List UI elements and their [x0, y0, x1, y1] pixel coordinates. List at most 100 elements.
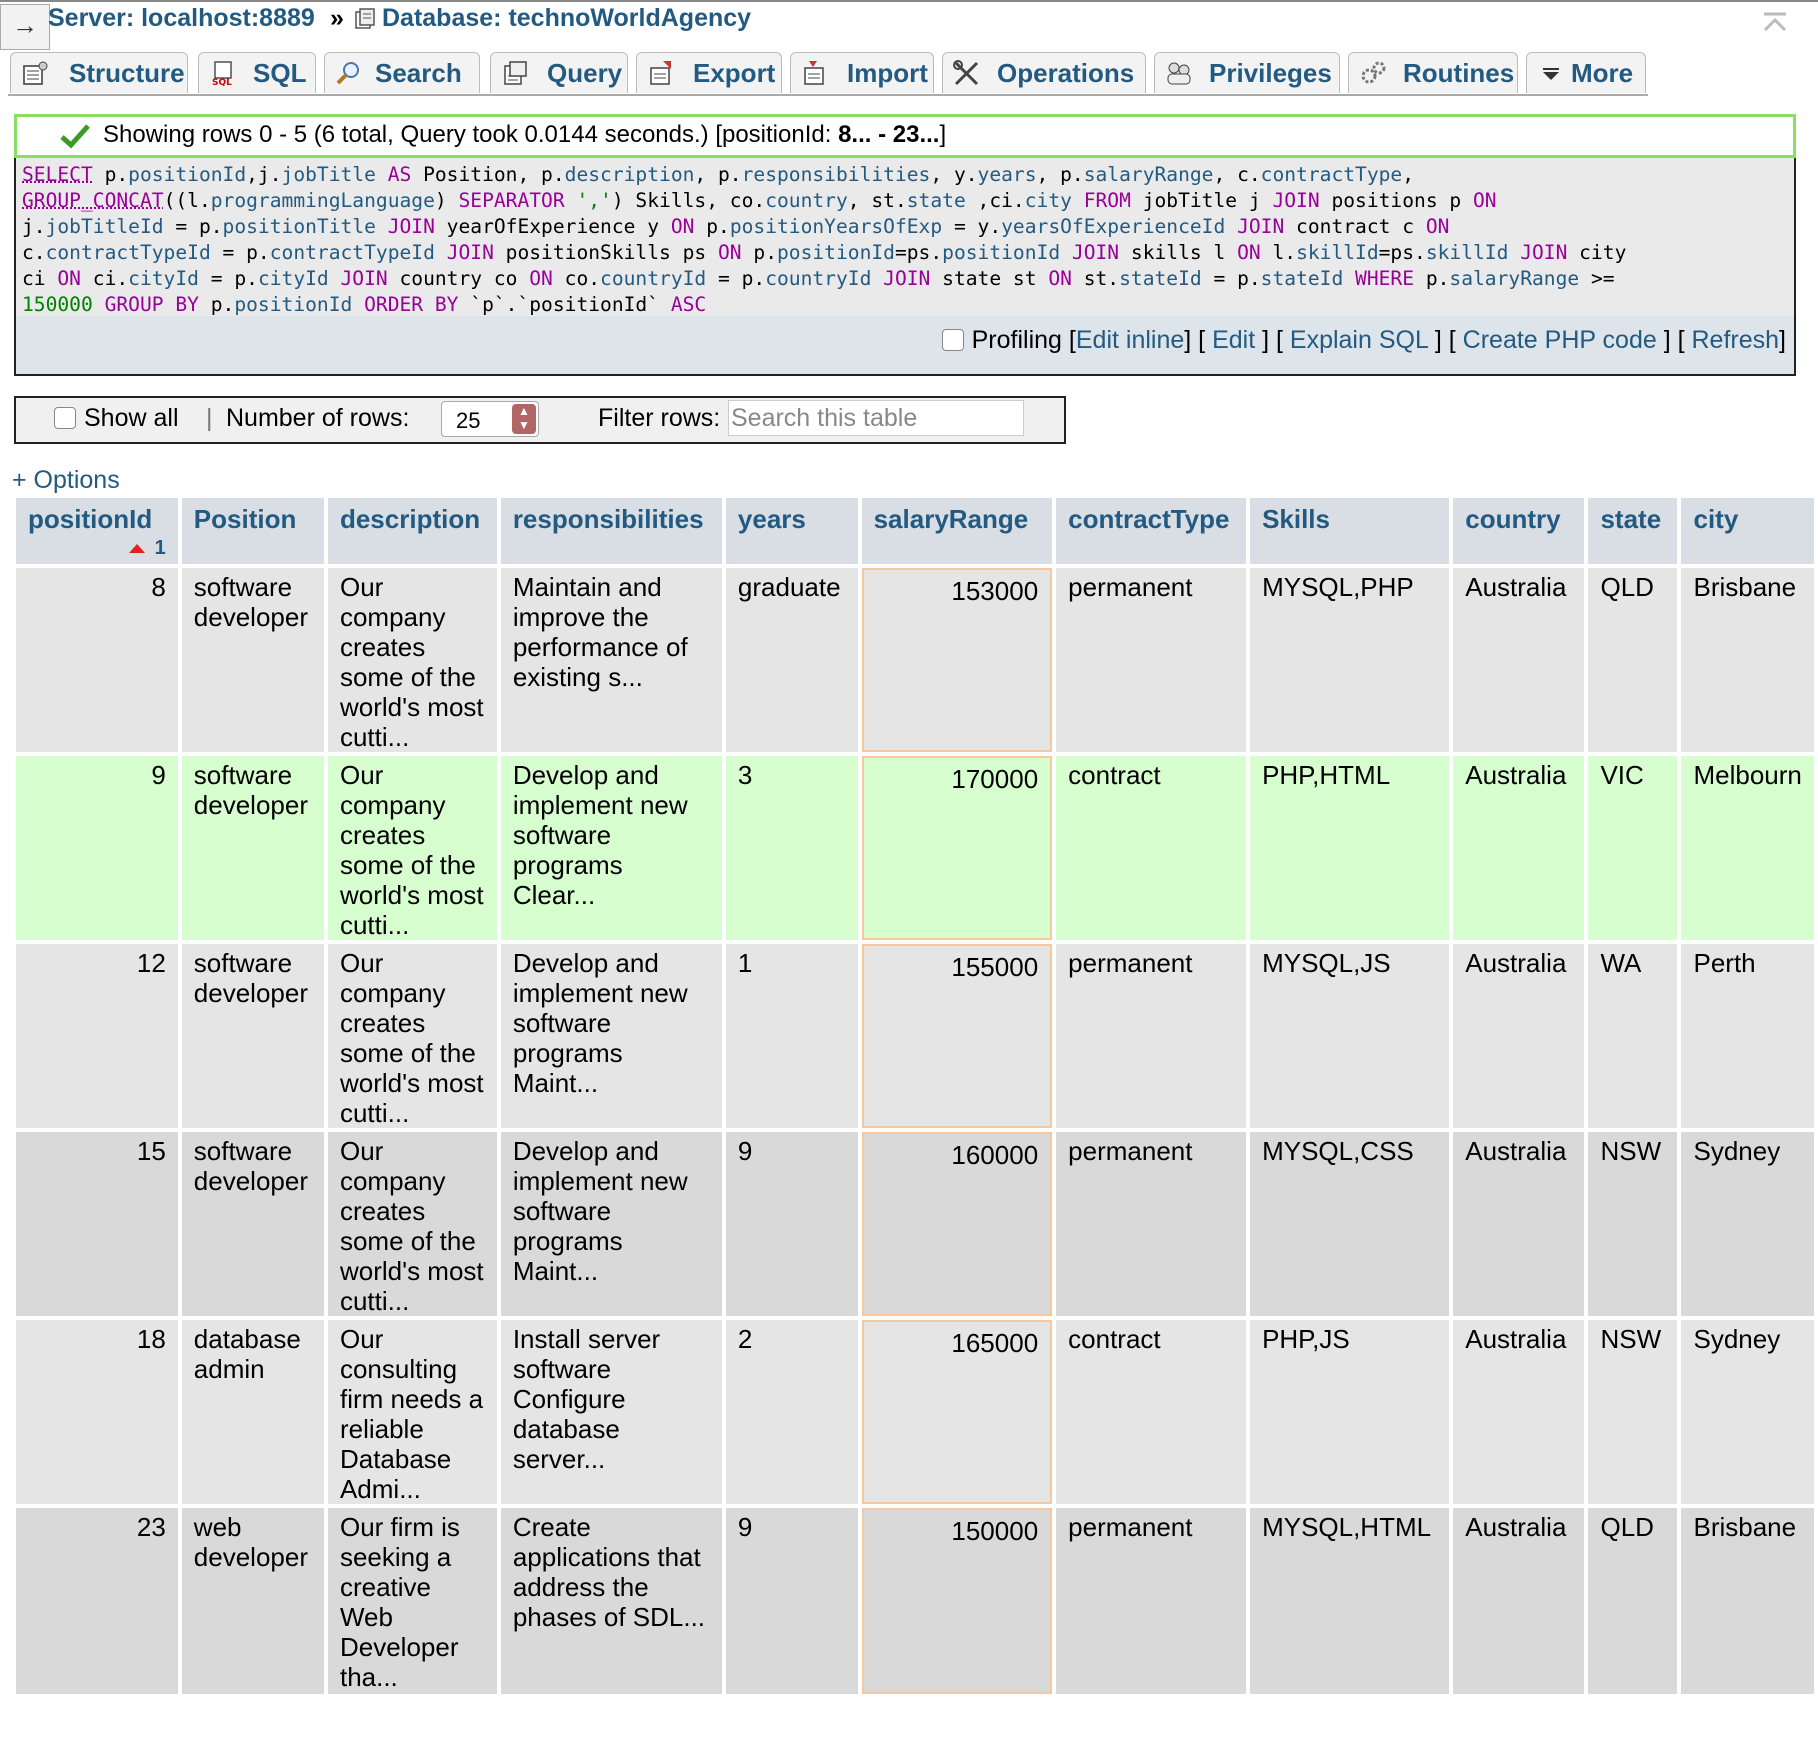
breadcrumb-database[interactable]: Database: technoWorldAgency — [354, 4, 751, 33]
cell-position[interactable]: database admin — [181, 1320, 324, 1504]
rows-select[interactable]: 25 ▲ ▼ — [441, 401, 539, 437]
cell-state[interactable]: NSW — [1588, 1132, 1678, 1316]
cell-city[interactable]: Perth — [1681, 944, 1814, 1128]
cell-city[interactable]: Brisbane — [1681, 568, 1814, 752]
tab-sql[interactable]: SQL SQL — [198, 52, 316, 93]
cell-position[interactable]: software developer — [181, 568, 324, 752]
column-header-position[interactable]: Position — [181, 498, 324, 564]
cell-description[interactable]: Our company creates some of the world's … — [327, 756, 497, 940]
cell-responsibilities[interactable]: Create applications that address the pha… — [500, 1508, 722, 1694]
cell-salary[interactable]: 170000 — [861, 756, 1053, 940]
cell-salary[interactable]: 155000 — [861, 944, 1053, 1128]
column-header-responsibilities[interactable]: responsibilities — [500, 498, 722, 564]
cell-skills[interactable]: PHP,JS — [1250, 1320, 1450, 1504]
cell-responsibilities[interactable]: Develop and implement new software progr… — [500, 1132, 722, 1316]
cell-skills[interactable]: MYSQL,PHP — [1250, 568, 1450, 752]
cell-description[interactable]: Our company creates some of the world's … — [327, 1132, 497, 1316]
cell-responsibilities[interactable]: Develop and implement new software progr… — [500, 756, 722, 940]
cell-skills[interactable]: MYSQL,HTML — [1250, 1508, 1450, 1694]
cell-description[interactable]: Our company creates some of the world's … — [327, 568, 497, 752]
profiling-checkbox[interactable] — [941, 329, 964, 351]
cell-state[interactable]: QLD — [1588, 568, 1678, 752]
tab-privileges[interactable]: Privileges — [1154, 52, 1340, 93]
column-header-country[interactable]: country — [1453, 498, 1585, 564]
tab-routines[interactable]: Routines — [1348, 52, 1518, 93]
cell-responsibilities[interactable]: Develop and implement new software progr… — [500, 944, 722, 1128]
cell-years[interactable]: 3 — [725, 756, 858, 940]
cell-responsibilities[interactable]: Install server software Configure databa… — [500, 1320, 722, 1504]
table-row[interactable]: 9 software developer Our company creates s… — [16, 756, 1814, 940]
cell-description[interactable]: Our company creates some of the world's … — [327, 944, 497, 1128]
column-header-positionId[interactable]: positionId 1 — [16, 498, 178, 564]
cell-country[interactable]: Australia — [1453, 944, 1585, 1128]
column-header-contractType[interactable]: contractType — [1056, 498, 1247, 564]
cell-country[interactable]: Australia — [1453, 568, 1585, 752]
cell-country[interactable]: Australia — [1453, 1320, 1585, 1504]
cell-contract[interactable]: permanent — [1056, 568, 1247, 752]
tab-more[interactable]: More — [1526, 52, 1646, 93]
tab-operations[interactable]: Operations — [942, 52, 1146, 93]
cell-positionId[interactable]: 15 — [16, 1132, 178, 1316]
cell-contract[interactable]: permanent — [1056, 1508, 1247, 1694]
cell-years[interactable]: graduate — [725, 568, 858, 752]
table-row[interactable]: 8 software developer Our company creates s… — [16, 568, 1814, 752]
cell-positionId[interactable]: 9 — [16, 756, 178, 940]
tab-query[interactable]: Query — [490, 52, 628, 93]
column-header-salaryRange[interactable]: salaryRange — [861, 498, 1053, 564]
explain-sql-link[interactable]: Explain SQL — [1290, 326, 1428, 354]
cell-city[interactable]: Brisbane — [1681, 1508, 1814, 1694]
refresh-link[interactable]: Refresh — [1692, 326, 1780, 354]
cell-positionId[interactable]: 18 — [16, 1320, 178, 1504]
cell-country[interactable]: Australia — [1453, 1508, 1585, 1694]
options-link[interactable]: + Options — [12, 466, 120, 495]
tab-import[interactable]: Import — [790, 52, 934, 93]
show-all-control[interactable]: Show all — [54, 404, 179, 433]
cell-contract[interactable]: contract — [1056, 756, 1247, 940]
cell-years[interactable]: 9 — [725, 1132, 858, 1316]
cell-responsibilities[interactable]: Maintain and improve the performance of … — [500, 568, 722, 752]
filter-rows-input[interactable] — [728, 400, 1024, 436]
table-row[interactable]: 15 software developer Our company creates … — [16, 1132, 1814, 1316]
table-row[interactable]: 23 web developer Our firm is seeking a cre… — [16, 1508, 1814, 1694]
cell-state[interactable]: VIC — [1588, 756, 1678, 940]
cell-position[interactable]: software developer — [181, 756, 324, 940]
arrow-right-icon[interactable]: → — [0, 4, 50, 50]
cell-contract[interactable]: permanent — [1056, 1132, 1247, 1316]
breadcrumb-server[interactable]: Server: localhost:8889 — [48, 4, 315, 33]
cell-country[interactable]: Australia — [1453, 1132, 1585, 1316]
cell-positionId[interactable]: 12 — [16, 944, 178, 1128]
cell-contract[interactable]: permanent — [1056, 944, 1247, 1128]
column-header-description[interactable]: description — [327, 498, 497, 564]
cell-contract[interactable]: contract — [1056, 1320, 1247, 1504]
cell-position[interactable]: software developer — [181, 1132, 324, 1316]
column-header-skills[interactable]: Skills — [1250, 498, 1450, 564]
create-php-code-link[interactable]: Create PHP code — [1463, 326, 1657, 354]
cell-country[interactable]: Australia — [1453, 756, 1585, 940]
column-header-state[interactable]: state — [1588, 498, 1678, 564]
cell-years[interactable]: 9 — [725, 1508, 858, 1694]
cell-salary[interactable]: 160000 — [861, 1132, 1053, 1316]
cell-skills[interactable]: PHP,HTML — [1250, 756, 1450, 940]
cell-skills[interactable]: MYSQL,JS — [1250, 944, 1450, 1128]
cell-positionId[interactable]: 8 — [16, 568, 178, 752]
cell-description[interactable]: Our firm is seeking a creative Web Devel… — [327, 1508, 497, 1694]
cell-state[interactable]: NSW — [1588, 1320, 1678, 1504]
cell-state[interactable]: WA — [1588, 944, 1678, 1128]
table-row[interactable]: 12 software developer Our company creates … — [16, 944, 1814, 1128]
cell-positionId[interactable]: 23 — [16, 1508, 178, 1694]
cell-position[interactable]: web developer — [181, 1508, 324, 1694]
show-all-checkbox[interactable] — [54, 407, 76, 429]
cell-years[interactable]: 1 — [725, 944, 858, 1128]
cell-city[interactable]: Sydney — [1681, 1320, 1814, 1504]
edit-inline-link[interactable]: Edit inline — [1076, 326, 1184, 354]
tab-search[interactable]: Search — [324, 52, 480, 93]
tab-export[interactable]: Export — [636, 52, 782, 93]
cell-salary[interactable]: 165000 — [861, 1320, 1053, 1504]
cell-salary[interactable]: 150000 — [861, 1508, 1053, 1694]
cell-salary[interactable]: 153000 — [861, 568, 1053, 752]
cell-city[interactable]: Melbourn — [1681, 756, 1814, 940]
tab-structure[interactable]: Structure — [10, 52, 188, 93]
column-header-years[interactable]: years — [725, 498, 858, 564]
cell-description[interactable]: Our consulting firm needs a reliable Dat… — [327, 1320, 497, 1504]
cell-skills[interactable]: MYSQL,CSS — [1250, 1132, 1450, 1316]
